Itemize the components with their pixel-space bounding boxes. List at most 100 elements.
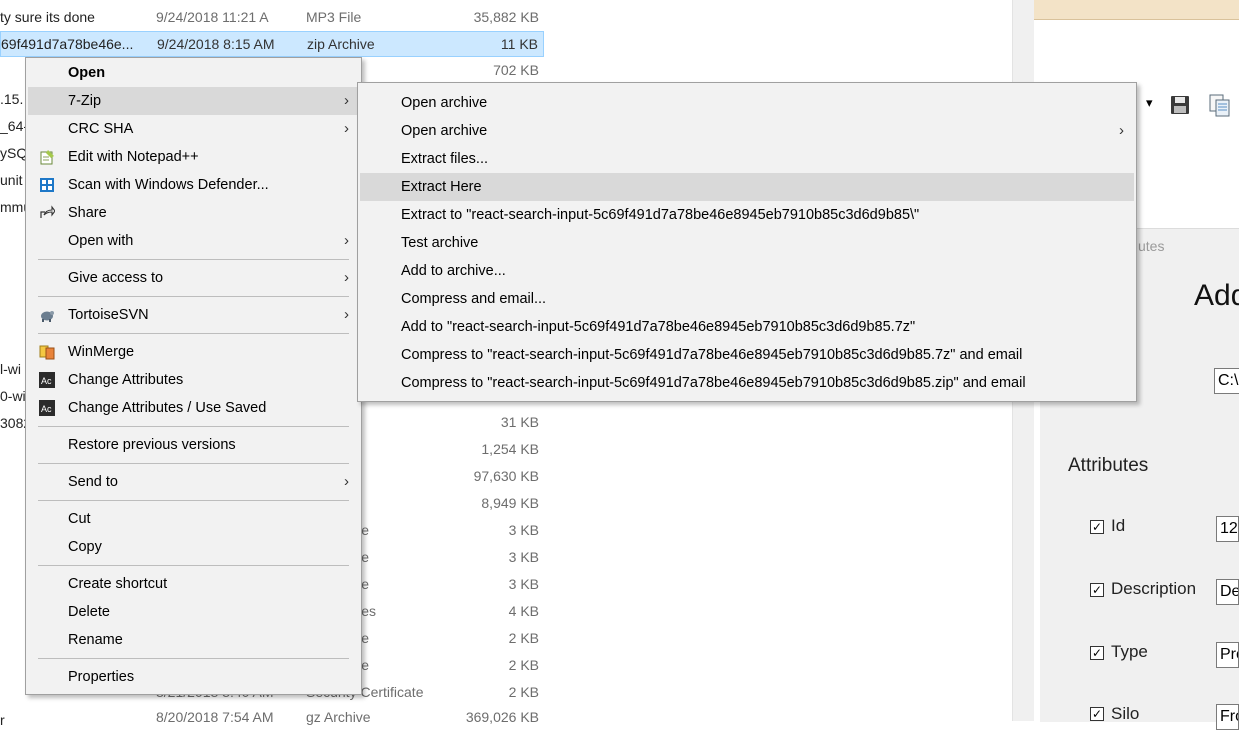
file-size: 4 KB	[508, 603, 539, 619]
id-checkbox[interactable]: ✓	[1090, 520, 1104, 534]
menu-item-change-attributes[interactable]: Ac Change Attributes	[28, 366, 359, 394]
menu-item-label: Open with	[68, 233, 134, 249]
submenu-item-label: Open archive	[401, 123, 488, 139]
type-input[interactable]: Pro	[1216, 642, 1239, 668]
windows-defender-icon	[40, 178, 54, 192]
menu-item-label: CRC SHA	[68, 121, 134, 137]
menu-item-give-access[interactable]: Give access to ›	[28, 264, 359, 292]
description-checkbox[interactable]: ✓	[1090, 583, 1104, 597]
menu-item-label: Delete	[68, 604, 110, 620]
submenu-item-extract-files[interactable]: Extract files...	[360, 145, 1134, 173]
silo-input[interactable]: Fro	[1216, 704, 1239, 730]
chevron-right-icon: ›	[344, 120, 349, 137]
menu-item-create-shortcut[interactable]: Create shortcut	[28, 570, 359, 598]
menu-item-delete[interactable]: Delete	[28, 598, 359, 626]
submenu-item-compress-7z-email[interactable]: Compress to "react-search-input-5c69f491…	[360, 341, 1134, 369]
menu-item-copy[interactable]: Copy	[28, 533, 359, 561]
copy-icon[interactable]	[1207, 92, 1233, 118]
submenu-item-extract-to[interactable]: Extract to "react-search-input-5c69f491d…	[360, 201, 1134, 229]
submenu-item-compress-email[interactable]: Compress and email...	[360, 285, 1134, 313]
file-name-fragment: 0-wi	[0, 388, 26, 404]
menu-item-label: Change Attributes	[68, 372, 184, 388]
chevron-right-icon: ›	[1119, 122, 1124, 139]
svg-text:Ac: Ac	[41, 404, 52, 414]
submenu-item-add-to-archive[interactable]: Add to archive...	[360, 257, 1134, 285]
file-size: 3 KB	[508, 522, 539, 538]
chevron-right-icon: ›	[344, 92, 349, 109]
file-size: 3 KB	[508, 549, 539, 565]
submenu-item-label: Test archive	[401, 235, 479, 251]
file-size: 31 KB	[500, 414, 539, 430]
submenu-item-test-archive[interactable]: Test archive	[360, 229, 1134, 257]
change-attributes-icon: Ac	[39, 372, 55, 388]
file-size: 1,254 KB	[481, 441, 539, 457]
menu-item-label: Give access to	[68, 270, 164, 286]
menu-item-crc-sha[interactable]: CRC SHA ›	[28, 115, 359, 143]
menu-item-7zip[interactable]: 7-Zip ›	[28, 87, 359, 115]
file-date: 9/24/2018 11:21 A	[156, 9, 269, 25]
menu-item-label: Change Attributes / Use Saved	[68, 400, 267, 416]
menu-item-open[interactable]: Open	[28, 59, 359, 87]
id-label: Id	[1111, 516, 1126, 535]
menu-item-scan-defender[interactable]: Scan with Windows Defender...	[28, 171, 359, 199]
type-checkbox[interactable]: ✓	[1090, 646, 1104, 660]
chevron-right-icon: ›	[344, 473, 349, 490]
file-name: 69f491d7a78be46e...	[1, 36, 134, 52]
menu-separator	[38, 500, 349, 501]
file-name-fragment: .15.	[0, 91, 24, 107]
menu-item-label: Properties	[68, 669, 135, 685]
file-row[interactable]: 8/20/2018 7:54 AM gz Archive 369,026 KB	[0, 705, 544, 731]
submenu-item-extract-here[interactable]: Extract Here	[360, 173, 1134, 201]
description-input[interactable]: De	[1216, 579, 1239, 605]
submenu-item-compress-zip-email[interactable]: Compress to "react-search-input-5c69f491…	[360, 369, 1134, 397]
menu-item-restore-versions[interactable]: Restore previous versions	[28, 431, 359, 459]
menu-separator	[38, 565, 349, 566]
file-name-fragment: l-wi	[0, 361, 21, 377]
tab-attributes-fragment[interactable]: utes	[1138, 238, 1164, 254]
share-icon	[40, 205, 55, 218]
menu-separator	[38, 296, 349, 297]
menu-item-rename[interactable]: Rename	[28, 626, 359, 654]
silo-label: Silo	[1111, 704, 1140, 723]
menu-separator	[38, 333, 349, 334]
menu-item-edit-notepad[interactable]: Edit with Notepad++	[28, 143, 359, 171]
submenu-item-add-to-7z[interactable]: Add to "react-search-input-5c69f491d7a78…	[360, 313, 1134, 341]
right-toolbar: ▾	[1143, 92, 1239, 118]
dropdown-arrow-icon[interactable]: ▾	[1146, 95, 1153, 111]
submenu-item-open-archive[interactable]: Open archive	[360, 89, 1134, 117]
path-input[interactable]: C:\	[1214, 368, 1239, 394]
menu-item-cut[interactable]: Cut	[28, 505, 359, 533]
save-icon[interactable]	[1169, 94, 1191, 116]
menu-item-label: Edit with Notepad++	[68, 149, 199, 165]
file-row[interactable]: ty sure its done 9/24/2018 11:21 A MP3 F…	[0, 5, 544, 31]
submenu-7zip: Open archive Open archive › Extract file…	[357, 82, 1137, 402]
menu-item-change-attributes-saved[interactable]: Ac Change Attributes / Use Saved	[28, 394, 359, 422]
menu-item-properties[interactable]: Properties	[28, 663, 359, 691]
menu-item-label: Copy	[68, 539, 102, 555]
menu-item-label: Open	[68, 65, 106, 81]
submenu-item-open-archive-more[interactable]: Open archive ›	[360, 117, 1134, 145]
file-size: 2 KB	[508, 630, 539, 646]
submenu-item-label: Add to archive...	[401, 263, 506, 279]
tortoisesvn-icon	[41, 311, 54, 322]
menu-item-label: Cut	[68, 511, 91, 527]
silo-checkbox[interactable]: ✓	[1090, 707, 1104, 721]
submenu-item-label: Add to "react-search-input-5c69f491d7a78…	[401, 319, 916, 335]
menu-item-label: Share	[68, 205, 107, 221]
menu-item-open-with[interactable]: Open with ›	[28, 227, 359, 255]
menu-item-share[interactable]: Share	[28, 199, 359, 227]
id-input[interactable]: 12	[1216, 516, 1239, 542]
menu-item-tortoisesvn[interactable]: TortoiseSVN ›	[28, 301, 359, 329]
menu-item-label: TortoiseSVN	[68, 307, 149, 323]
file-row-selected[interactable]: 69f491d7a78be46e... 9/24/2018 8:15 AM zi…	[0, 31, 544, 57]
file-size: 97,630 KB	[473, 468, 539, 484]
menu-item-send-to[interactable]: Send to ›	[28, 468, 359, 496]
menu-item-label: Create shortcut	[68, 576, 168, 592]
menu-item-label: Rename	[68, 632, 123, 648]
submenu-item-label: Compress and email...	[401, 291, 547, 307]
chevron-right-icon: ›	[344, 306, 349, 323]
file-name: ty sure its done	[0, 9, 95, 25]
file-size: 35,882 KB	[473, 9, 539, 25]
menu-item-winmerge[interactable]: WinMerge	[28, 338, 359, 366]
file-size: 702 KB	[493, 62, 539, 78]
